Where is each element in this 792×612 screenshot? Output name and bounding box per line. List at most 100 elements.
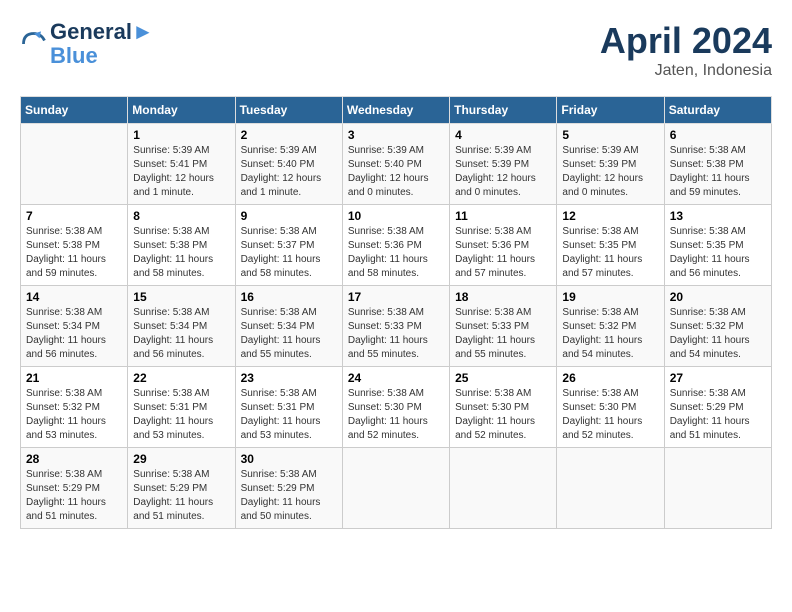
day-number: 3: [348, 128, 444, 142]
day-info: Sunrise: 5:38 AM Sunset: 5:34 PM Dayligh…: [26, 306, 122, 362]
day-info: Sunrise: 5:38 AM Sunset: 5:30 PM Dayligh…: [562, 387, 658, 443]
day-info: Sunrise: 5:38 AM Sunset: 5:29 PM Dayligh…: [26, 468, 122, 524]
day-info: Sunrise: 5:38 AM Sunset: 5:38 PM Dayligh…: [133, 225, 229, 281]
day-number: 18: [455, 290, 551, 304]
day-number: 28: [26, 452, 122, 466]
day-info: Sunrise: 5:39 AM Sunset: 5:40 PM Dayligh…: [348, 144, 444, 200]
day-info: Sunrise: 5:38 AM Sunset: 5:29 PM Dayligh…: [241, 468, 337, 524]
calendar-cell: 30 Sunrise: 5:38 AM Sunset: 5:29 PM Dayli…: [235, 448, 342, 529]
calendar-cell: 22 Sunrise: 5:38 AM Sunset: 5:31 PM Dayli…: [128, 367, 235, 448]
calendar-cell: 4 Sunrise: 5:39 AM Sunset: 5:39 PM Daylig…: [450, 124, 557, 205]
day-number: 17: [348, 290, 444, 304]
calendar-week-row: 21Sunrise: 5:38 AM Sunset: 5:32 PM Dayli…: [21, 367, 772, 448]
day-number: 9: [241, 209, 337, 223]
calendar-week-row: 14 Sunrise: 5:38 AM Sunset: 5:34 PM Dayli…: [21, 286, 772, 367]
calendar-cell: [664, 448, 771, 529]
day-number: 10: [348, 209, 444, 223]
day-number: 26: [562, 371, 658, 385]
day-info: Sunrise: 5:38 AM Sunset: 5:37 PM Dayligh…: [241, 225, 337, 281]
day-info: Sunrise: 5:38 AM Sunset: 5:30 PM Dayligh…: [455, 387, 551, 443]
weekday-header-wednesday: Wednesday: [342, 97, 449, 124]
calendar-cell: 7 Sunrise: 5:38 AM Sunset: 5:38 PM Daylig…: [21, 205, 128, 286]
calendar-cell: 1Sunrise: 5:39 AM Sunset: 5:41 PM Daylig…: [128, 124, 235, 205]
day-number: 8: [133, 209, 229, 223]
calendar-cell: 25 Sunrise: 5:38 AM Sunset: 5:30 PM Dayli…: [450, 367, 557, 448]
calendar-cell: 26 Sunrise: 5:38 AM Sunset: 5:30 PM Dayli…: [557, 367, 664, 448]
calendar-cell: 10 Sunrise: 5:38 AM Sunset: 5:36 PM Dayli…: [342, 205, 449, 286]
calendar-cell: 2 Sunrise: 5:39 AM Sunset: 5:40 PM Daylig…: [235, 124, 342, 205]
day-number: 4: [455, 128, 551, 142]
calendar-week-row: 7 Sunrise: 5:38 AM Sunset: 5:38 PM Daylig…: [21, 205, 772, 286]
calendar-week-row: 28 Sunrise: 5:38 AM Sunset: 5:29 PM Dayli…: [21, 448, 772, 529]
day-number: 20: [670, 290, 766, 304]
day-number: 1: [133, 128, 229, 142]
day-info: Sunrise: 5:38 AM Sunset: 5:33 PM Dayligh…: [455, 306, 551, 362]
day-number: 2: [241, 128, 337, 142]
title-block: April 2024 Jaten, Indonesia: [600, 20, 772, 80]
calendar-cell: 21Sunrise: 5:38 AM Sunset: 5:32 PM Dayli…: [21, 367, 128, 448]
day-number: 15: [133, 290, 229, 304]
day-info: Sunrise: 5:39 AM Sunset: 5:40 PM Dayligh…: [241, 144, 337, 200]
day-info: Sunrise: 5:38 AM Sunset: 5:30 PM Dayligh…: [348, 387, 444, 443]
day-info: Sunrise: 5:38 AM Sunset: 5:32 PM Dayligh…: [562, 306, 658, 362]
calendar-cell: 9 Sunrise: 5:38 AM Sunset: 5:37 PM Daylig…: [235, 205, 342, 286]
page-header: General► Blue April 2024 Jaten, Indonesi…: [20, 20, 772, 80]
calendar-week-row: 1Sunrise: 5:39 AM Sunset: 5:41 PM Daylig…: [21, 124, 772, 205]
calendar-cell: [21, 124, 128, 205]
calendar-cell: [342, 448, 449, 529]
calendar-cell: [450, 448, 557, 529]
weekday-header-thursday: Thursday: [450, 97, 557, 124]
calendar-cell: 29Sunrise: 5:38 AM Sunset: 5:29 PM Dayli…: [128, 448, 235, 529]
day-info: Sunrise: 5:38 AM Sunset: 5:31 PM Dayligh…: [133, 387, 229, 443]
calendar-cell: 15 Sunrise: 5:38 AM Sunset: 5:34 PM Dayli…: [128, 286, 235, 367]
calendar-cell: 17 Sunrise: 5:38 AM Sunset: 5:33 PM Dayli…: [342, 286, 449, 367]
weekday-header-friday: Friday: [557, 97, 664, 124]
calendar-cell: 18 Sunrise: 5:38 AM Sunset: 5:33 PM Dayli…: [450, 286, 557, 367]
day-info: Sunrise: 5:39 AM Sunset: 5:39 PM Dayligh…: [562, 144, 658, 200]
calendar-cell: 3 Sunrise: 5:39 AM Sunset: 5:40 PM Daylig…: [342, 124, 449, 205]
day-number: 7: [26, 209, 122, 223]
day-info: Sunrise: 5:38 AM Sunset: 5:33 PM Dayligh…: [348, 306, 444, 362]
day-number: 12: [562, 209, 658, 223]
day-number: 14: [26, 290, 122, 304]
calendar-cell: 23 Sunrise: 5:38 AM Sunset: 5:31 PM Dayli…: [235, 367, 342, 448]
calendar-cell: 16 Sunrise: 5:38 AM Sunset: 5:34 PM Dayli…: [235, 286, 342, 367]
day-info: Sunrise: 5:38 AM Sunset: 5:38 PM Dayligh…: [670, 144, 766, 200]
calendar-cell: 14 Sunrise: 5:38 AM Sunset: 5:34 PM Dayli…: [21, 286, 128, 367]
day-number: 6: [670, 128, 766, 142]
logo-icon: [20, 30, 48, 58]
logo: General► Blue: [20, 20, 154, 68]
day-info: Sunrise: 5:38 AM Sunset: 5:34 PM Dayligh…: [133, 306, 229, 362]
calendar-cell: 11 Sunrise: 5:38 AM Sunset: 5:36 PM Dayli…: [450, 205, 557, 286]
calendar-cell: 12Sunrise: 5:38 AM Sunset: 5:35 PM Dayli…: [557, 205, 664, 286]
day-number: 16: [241, 290, 337, 304]
day-number: 21: [26, 371, 122, 385]
day-number: 19: [562, 290, 658, 304]
day-number: 24: [348, 371, 444, 385]
day-number: 30: [241, 452, 337, 466]
weekday-header-row: SundayMondayTuesdayWednesdayThursdayFrid…: [21, 97, 772, 124]
calendar-cell: 5 Sunrise: 5:39 AM Sunset: 5:39 PM Daylig…: [557, 124, 664, 205]
calendar-cell: 28 Sunrise: 5:38 AM Sunset: 5:29 PM Dayli…: [21, 448, 128, 529]
day-info: Sunrise: 5:38 AM Sunset: 5:31 PM Dayligh…: [241, 387, 337, 443]
day-info: Sunrise: 5:38 AM Sunset: 5:34 PM Dayligh…: [241, 306, 337, 362]
day-number: 11: [455, 209, 551, 223]
logo-text: General► Blue: [50, 20, 154, 68]
weekday-header-monday: Monday: [128, 97, 235, 124]
day-info: Sunrise: 5:38 AM Sunset: 5:36 PM Dayligh…: [455, 225, 551, 281]
day-number: 25: [455, 371, 551, 385]
day-number: 27: [670, 371, 766, 385]
day-number: 13: [670, 209, 766, 223]
day-info: Sunrise: 5:39 AM Sunset: 5:39 PM Dayligh…: [455, 144, 551, 200]
weekday-header-tuesday: Tuesday: [235, 97, 342, 124]
calendar-cell: [557, 448, 664, 529]
calendar-cell: 8 Sunrise: 5:38 AM Sunset: 5:38 PM Daylig…: [128, 205, 235, 286]
day-number: 23: [241, 371, 337, 385]
weekday-header-sunday: Sunday: [21, 97, 128, 124]
day-number: 22: [133, 371, 229, 385]
day-number: 5: [562, 128, 658, 142]
calendar-cell: 13Sunrise: 5:38 AM Sunset: 5:35 PM Dayli…: [664, 205, 771, 286]
calendar-cell: 27Sunrise: 5:38 AM Sunset: 5:29 PM Dayli…: [664, 367, 771, 448]
day-info: Sunrise: 5:38 AM Sunset: 5:38 PM Dayligh…: [26, 225, 122, 281]
day-info: Sunrise: 5:38 AM Sunset: 5:36 PM Dayligh…: [348, 225, 444, 281]
